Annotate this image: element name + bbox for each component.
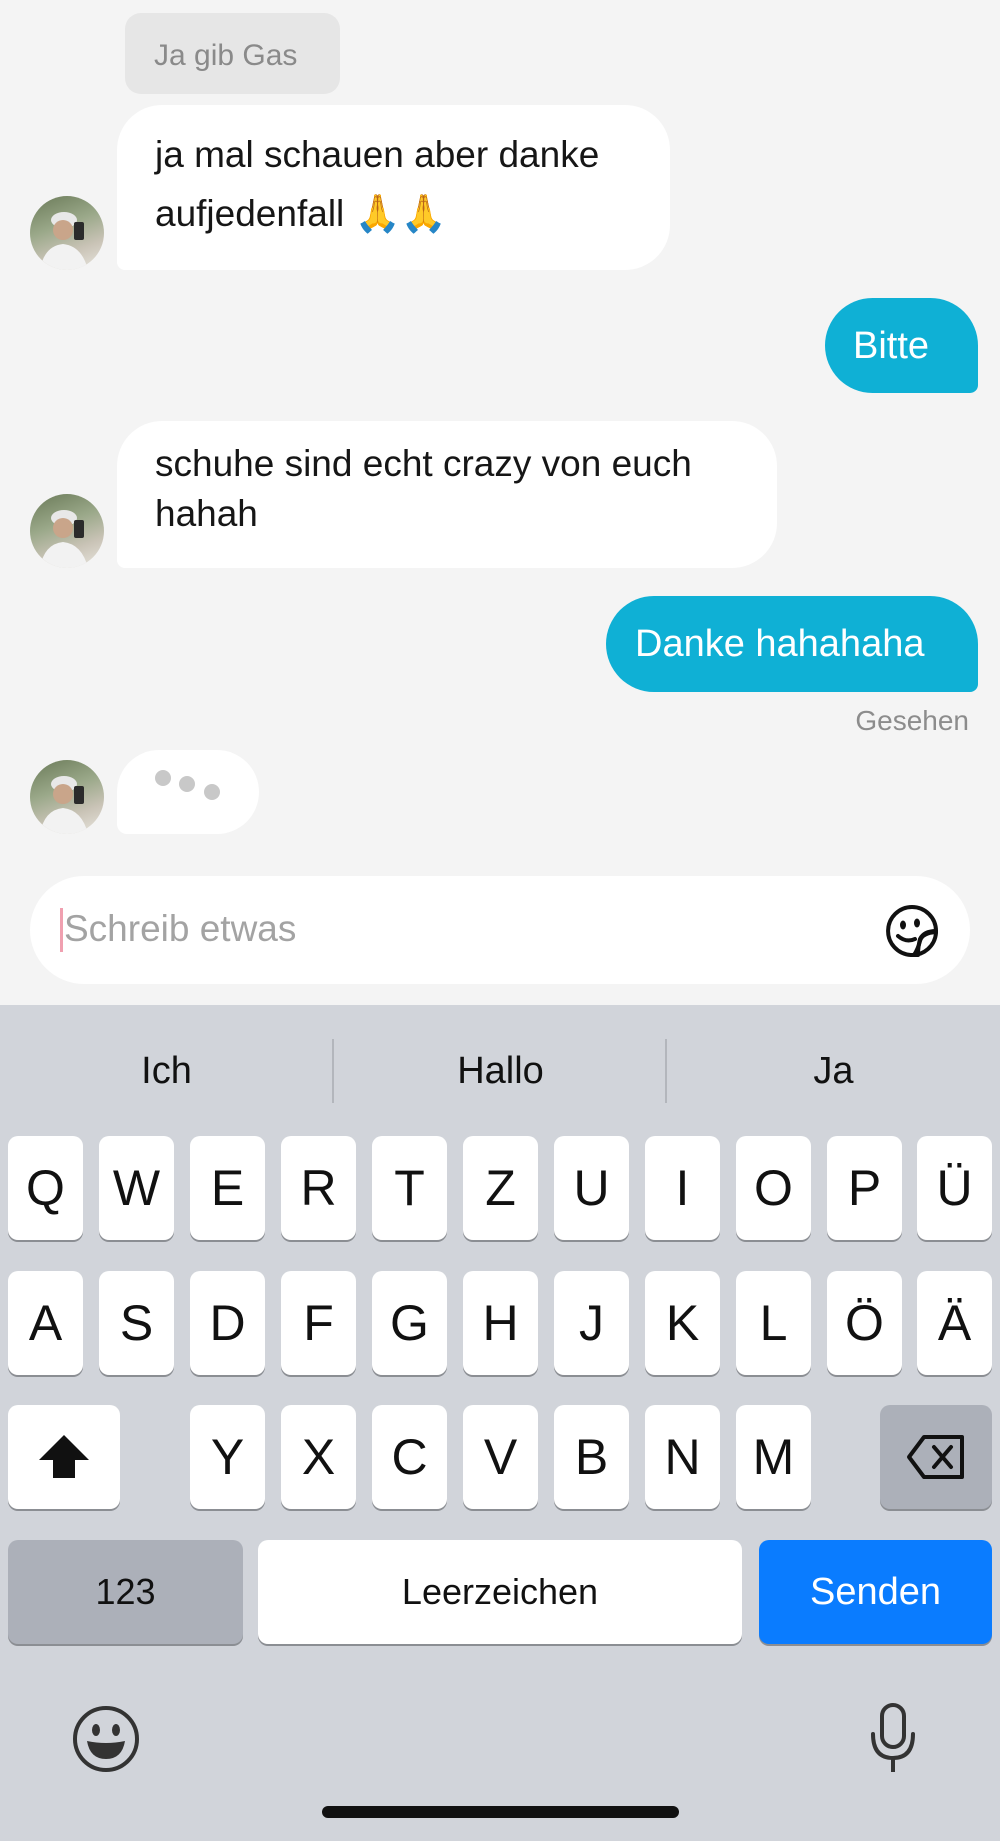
typing-dot (155, 770, 171, 786)
avatar[interactable] (30, 760, 104, 834)
key[interactable]: F (281, 1271, 356, 1375)
key[interactable]: B (554, 1405, 629, 1509)
key[interactable]: I (645, 1136, 720, 1240)
message-composer[interactable]: Schreib etwas (30, 876, 970, 984)
typing-dot (179, 776, 195, 792)
message-text: ja mal schauen aber danke (155, 134, 600, 175)
chat-area: Ja gib Gas ja mal schauen aber danke auf… (0, 0, 1000, 1005)
seen-status: Gesehen (855, 705, 969, 736)
key[interactable]: N (645, 1405, 720, 1509)
shift-key[interactable] (8, 1405, 120, 1509)
space-key[interactable]: Leerzeichen (258, 1540, 742, 1644)
key[interactable]: M (736, 1405, 811, 1509)
message-input[interactable]: Schreib etwas (64, 908, 296, 950)
message-text: hahah (155, 493, 258, 534)
key[interactable]: A (8, 1271, 83, 1375)
key[interactable]: Q (8, 1136, 83, 1240)
key[interactable]: Ü (917, 1136, 992, 1240)
emoji-icon[interactable] (72, 1705, 140, 1773)
quoted-message[interactable]: Ja gib Gas (125, 13, 340, 94)
typing-indicator (117, 750, 259, 834)
suggestion-item[interactable]: Ich (0, 1050, 333, 1093)
message-text: schuhe sind echt crazy von euch (155, 443, 692, 484)
key[interactable]: Ö (827, 1271, 902, 1375)
backspace-icon (907, 1435, 964, 1479)
outgoing-message[interactable]: Danke hahahaha (606, 596, 978, 692)
suggestion-bar: Ich Hallo Ja (0, 1005, 1000, 1130)
key[interactable]: P (827, 1136, 902, 1240)
suggestion-item[interactable]: Hallo (334, 1050, 667, 1093)
key[interactable]: U (554, 1136, 629, 1240)
message-text: aufjedenfall 🙏🙏 (155, 193, 447, 234)
key[interactable]: J (554, 1271, 629, 1375)
key[interactable]: X (281, 1405, 356, 1509)
send-key[interactable]: Senden (759, 1540, 992, 1644)
message-text: Danke hahahaha (635, 623, 925, 665)
key[interactable]: E (190, 1136, 265, 1240)
home-indicator[interactable] (322, 1806, 679, 1818)
typing-dot (204, 784, 220, 800)
key[interactable]: D (190, 1271, 265, 1375)
key[interactable]: V (463, 1405, 538, 1509)
message-text: Bitte (853, 325, 930, 367)
key[interactable]: C (372, 1405, 447, 1509)
key[interactable]: W (99, 1136, 174, 1240)
avatar[interactable] (30, 196, 104, 270)
text-cursor (60, 908, 63, 952)
incoming-message[interactable]: schuhe sind echt crazy von euch hahah (117, 421, 777, 568)
key[interactable]: O (736, 1136, 811, 1240)
key[interactable]: L (736, 1271, 811, 1375)
keyboard: Ich Hallo Ja Q W E R T Z U I O P Ü A S D… (0, 1005, 1000, 1841)
microphone-icon[interactable] (868, 1702, 918, 1776)
backspace-key[interactable] (880, 1405, 992, 1509)
key[interactable]: G (372, 1271, 447, 1375)
shift-icon (39, 1435, 89, 1478)
incoming-message[interactable]: ja mal schauen aber danke aufjedenfall 🙏… (117, 105, 670, 270)
key[interactable]: R (281, 1136, 356, 1240)
key[interactable]: Z (463, 1136, 538, 1240)
outgoing-message[interactable]: Bitte (825, 298, 978, 393)
suggestion-item[interactable]: Ja (667, 1050, 1000, 1093)
key[interactable]: H (463, 1271, 538, 1375)
avatar[interactable] (30, 494, 104, 568)
key[interactable]: S (99, 1271, 174, 1375)
key[interactable]: K (645, 1271, 720, 1375)
sticker-icon[interactable] (884, 903, 940, 959)
key[interactable]: Ä (917, 1271, 992, 1375)
key[interactable]: T (372, 1136, 447, 1240)
key[interactable]: Y (190, 1405, 265, 1509)
numbers-key[interactable]: 123 (8, 1540, 243, 1644)
